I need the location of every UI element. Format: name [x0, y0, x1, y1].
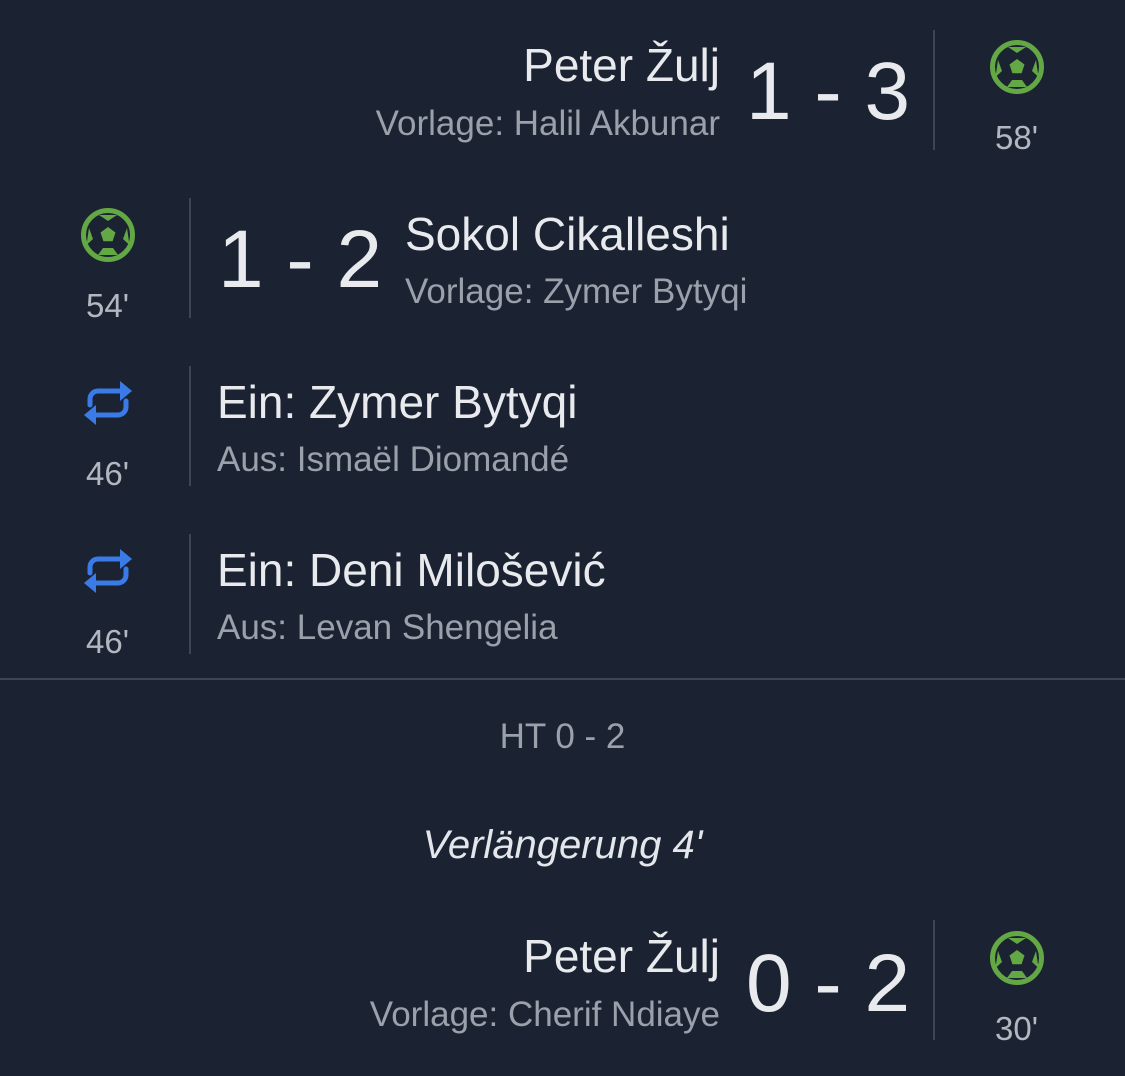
goal-assist: Vorlage: Zymer Bytyqi — [405, 272, 748, 311]
goal-assist: Vorlage: Cherif Ndiaye — [369, 995, 720, 1034]
substitution-player-in: Ein: Deni Milošević — [217, 544, 606, 596]
event-row-substitution[interactable]: 46' Ein: Deni Milošević Aus: Levan Sheng… — [0, 518, 1125, 678]
event-divider — [189, 366, 191, 486]
event-minute: 46' — [86, 455, 130, 492]
substitution-player-in: Ein: Zymer Bytyqi — [217, 376, 578, 428]
event-minute: 30' — [995, 1010, 1039, 1047]
event-minute: 58' — [995, 119, 1039, 156]
event-row-goal[interactable]: Peter Žulj Vorlage: Halil Akbunar 1 - 3 … — [0, 0, 1125, 170]
event-minute: 54' — [86, 287, 130, 324]
event-divider — [933, 30, 935, 150]
event-row-substitution[interactable]: 46' Ein: Zymer Bytyqi Aus: Ismaël Dioman… — [0, 350, 1125, 510]
soccer-ball-icon — [988, 929, 1046, 987]
event-minute: 46' — [86, 623, 130, 660]
goal-scorer-name: Peter Žulj — [523, 930, 720, 982]
soccer-ball-icon — [79, 206, 137, 264]
goal-scorer-name: Sokol Cikalleshi — [405, 208, 730, 260]
goal-assist: Vorlage: Halil Akbunar — [375, 104, 720, 143]
goal-scorer-name: Peter Žulj — [523, 39, 720, 91]
event-divider — [933, 920, 935, 1040]
halftime-score: HT 0 - 2 — [499, 717, 626, 756]
soccer-ball-icon — [988, 38, 1046, 96]
event-row-goal[interactable]: Peter Žulj Vorlage: Cherif Ndiaye 0 - 2 … — [0, 900, 1125, 1076]
event-divider — [189, 198, 191, 318]
goal-score: 1 - 2 — [218, 214, 383, 305]
goal-score: 0 - 2 — [746, 938, 911, 1029]
halftime-divider — [0, 678, 1125, 680]
event-row-goal[interactable]: 54' 1 - 2 Sokol Cikalleshi Vorlage: Zyme… — [0, 180, 1125, 340]
substitution-icon — [79, 542, 137, 600]
substitution-icon — [79, 374, 137, 432]
goal-score: 1 - 3 — [746, 46, 911, 137]
stoppage-time: Verlängerung 4' — [422, 823, 703, 867]
substitution-player-out: Aus: Ismaël Diomandé — [217, 440, 570, 479]
event-divider — [189, 534, 191, 654]
substitution-player-out: Aus: Levan Shengelia — [217, 608, 558, 647]
